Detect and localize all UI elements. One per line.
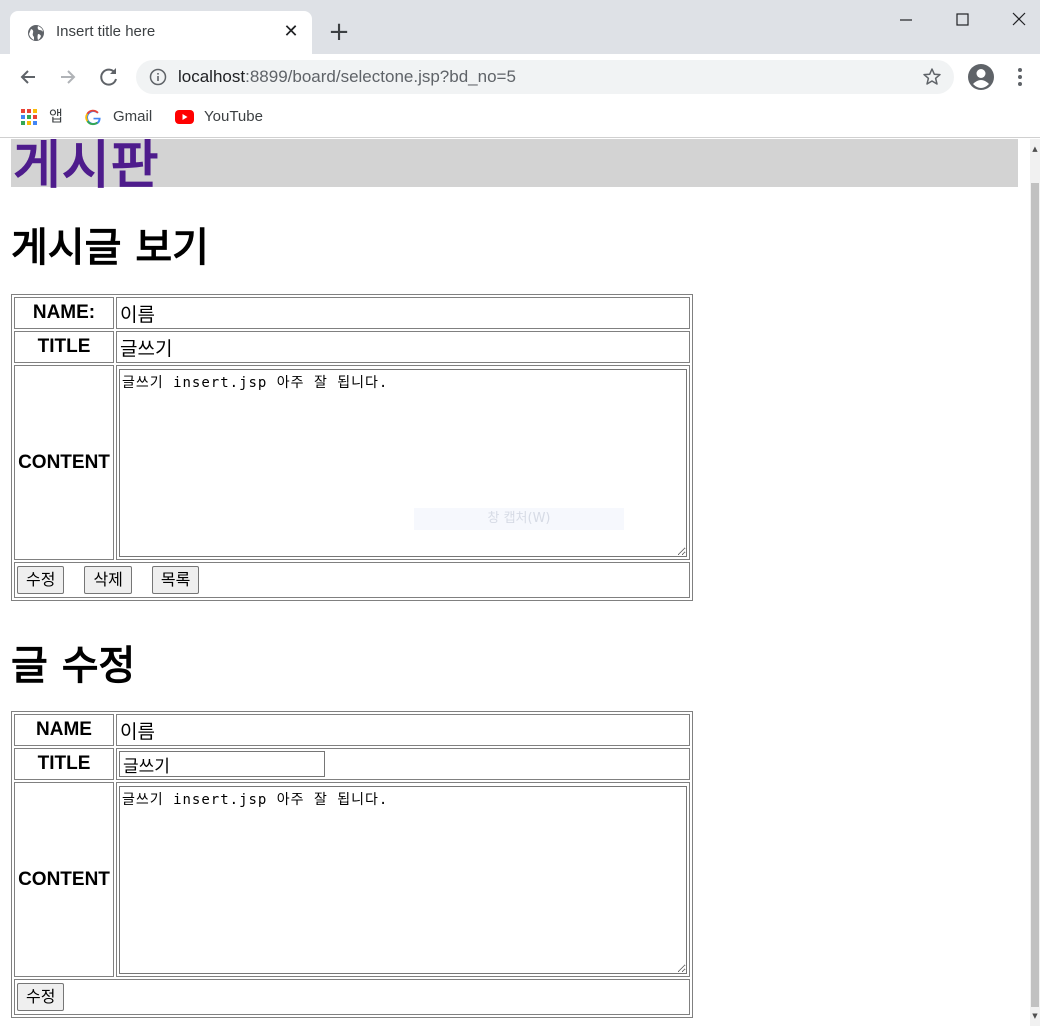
info-icon[interactable]	[149, 68, 167, 86]
url-host: localhost	[178, 67, 246, 86]
post-edit-table: NAME 이름 TITLE CONTENT 글쓰기 insert.jsp 아주 …	[11, 711, 693, 1018]
youtube-icon	[175, 110, 194, 124]
bookmark-label: YouTube	[204, 108, 263, 125]
edit-button-row: 수정	[14, 979, 690, 1015]
url-text: localhost:8899/board/selectone.jsp?bd_no…	[178, 67, 516, 87]
vertical-scrollbar[interactable]: ▲ ▼	[1030, 139, 1040, 1026]
reload-icon[interactable]	[96, 64, 122, 90]
title-input-cell	[116, 748, 690, 780]
view-button-row: 수정 삭제 목록	[14, 562, 690, 598]
title-input[interactable]	[119, 751, 325, 777]
delete-button[interactable]: 삭제	[84, 566, 132, 594]
back-arrow-icon[interactable]	[15, 64, 41, 90]
view-heading: 게시글 보기	[11, 225, 209, 271]
tab-title: Insert title here	[56, 23, 156, 40]
url-path: :8899/board/selectone.jsp?bd_no=5	[245, 67, 516, 86]
profile-avatar-icon[interactable]	[966, 62, 996, 92]
close-window-icon[interactable]	[1007, 8, 1031, 32]
capture-overlay: 창 캡처(W)	[414, 508, 624, 530]
maximize-icon[interactable]	[950, 8, 974, 32]
forward-arrow-icon[interactable]	[55, 64, 81, 90]
edit-button[interactable]: 수정	[17, 566, 65, 594]
post-view-table: NAME: 이름 TITLE 글쓰기 CONTENT 글쓰기 insert.js…	[11, 294, 693, 601]
edit-heading: 글 수정	[11, 643, 136, 689]
submit-edit-button[interactable]: 수정	[17, 983, 65, 1011]
bookmark-label: Gmail	[113, 108, 153, 125]
name-value: 이름	[116, 714, 690, 746]
bookmark-apps[interactable]: 앱	[21, 106, 81, 128]
content-cell: 글쓰기 insert.jsp 아주 잘 됩니다.	[116, 782, 690, 977]
site-title: 게시판	[13, 139, 160, 196]
content-label: CONTENT	[14, 782, 114, 977]
bookmarks-bar: 앱 Gmail YouTube	[0, 100, 1040, 138]
title-value: 글쓰기	[116, 331, 690, 363]
browser-toolbar: localhost:8899/board/selectone.jsp?bd_no…	[0, 54, 1040, 100]
address-bar[interactable]: localhost:8899/board/selectone.jsp?bd_no…	[136, 60, 954, 94]
title-label: TITLE	[14, 748, 114, 780]
bookmark-label: 앱	[49, 108, 63, 125]
minimize-icon[interactable]	[894, 8, 918, 32]
globe-icon	[28, 25, 44, 41]
bookmark-youtube[interactable]: YouTube	[175, 106, 275, 128]
apps-grid-icon	[21, 109, 37, 125]
scrollbar-thumb[interactable]	[1031, 183, 1039, 1007]
name-value: 이름	[116, 297, 690, 329]
name-label: NAME:	[14, 297, 114, 329]
content-cell: 글쓰기 insert.jsp 아주 잘 됩니다.	[116, 365, 690, 560]
browser-tabstrip: Insert title here ✕ +	[0, 0, 1040, 54]
page-viewport: 게시판 게시글 보기 NAME: 이름 TITLE 글쓰기 CONTENT 글쓰…	[0, 139, 1030, 1026]
content-edit-textarea[interactable]: 글쓰기 insert.jsp 아주 잘 됩니다.	[119, 785, 687, 974]
scroll-up-icon[interactable]: ▲	[1031, 145, 1039, 153]
content-label: CONTENT	[14, 365, 114, 560]
list-button[interactable]: 목록	[151, 566, 200, 594]
site-header: 게시판	[11, 139, 1018, 196]
scroll-down-icon[interactable]: ▼	[1031, 1012, 1039, 1020]
bookmark-star-icon[interactable]	[922, 67, 942, 87]
name-label: NAME	[14, 714, 114, 746]
google-icon	[85, 109, 101, 126]
title-label: TITLE	[14, 331, 114, 363]
new-tab-icon[interactable]: +	[326, 19, 352, 45]
kebab-menu-icon[interactable]	[1010, 64, 1030, 90]
browser-tab[interactable]: Insert title here ✕	[10, 11, 312, 54]
tab-close-icon[interactable]: ✕	[280, 21, 302, 43]
bookmark-gmail[interactable]: Gmail	[85, 106, 165, 128]
